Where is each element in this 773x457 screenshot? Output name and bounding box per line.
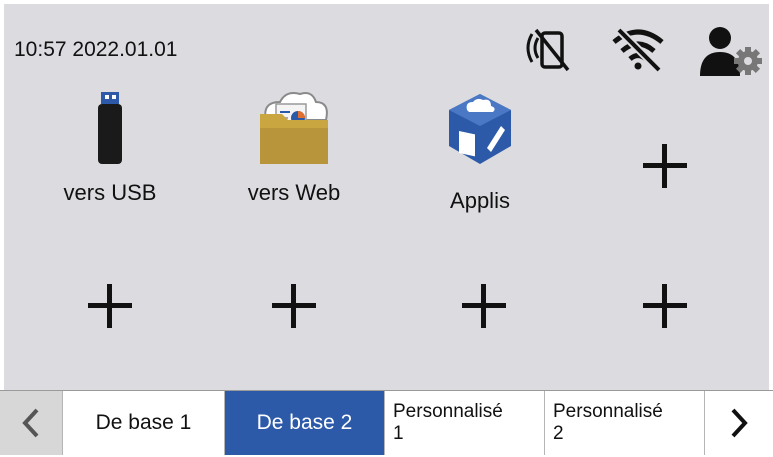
tab-label-line1: Personnalisé bbox=[553, 401, 663, 422]
add-shortcut-button[interactable] bbox=[80, 276, 140, 336]
prev-tab-button[interactable] bbox=[0, 391, 63, 455]
main-panel: 10:57 2022.01.01 vers USB vers Web Appli… bbox=[4, 4, 769, 390]
add-shortcut-button[interactable] bbox=[635, 136, 695, 196]
tab-de-base-1[interactable]: De base 1 bbox=[63, 391, 225, 455]
shortcut-apps[interactable]: Applis bbox=[390, 92, 570, 222]
shortcut-web[interactable]: vers Web bbox=[204, 88, 384, 218]
chevron-right-icon bbox=[731, 408, 748, 438]
add-shortcut-button[interactable] bbox=[635, 276, 695, 336]
web-folder-icon bbox=[260, 92, 328, 164]
apps-icon bbox=[449, 94, 511, 164]
tab-label: De base 2 bbox=[256, 411, 353, 434]
shortcut-usb[interactable]: vers USB bbox=[20, 88, 200, 218]
admin-settings-icon[interactable] bbox=[698, 24, 766, 78]
tab-label-line2: 2 bbox=[553, 423, 564, 444]
shortcut-label: Applis bbox=[450, 188, 510, 213]
wifi-disabled-icon[interactable] bbox=[610, 26, 666, 72]
chevron-left-icon bbox=[22, 408, 39, 438]
nfc-disabled-icon[interactable] bbox=[524, 26, 574, 72]
home-screen: 10:57 2022.01.01 vers USB vers Web Appli… bbox=[0, 0, 773, 457]
tab-personnalise-2[interactable]: Personnalisé 2 bbox=[545, 391, 705, 455]
tab-label: De base 1 bbox=[95, 411, 192, 434]
shortcut-label: vers Web bbox=[247, 180, 341, 205]
add-shortcut-button[interactable] bbox=[454, 276, 514, 336]
datetime: 10:57 2022.01.01 bbox=[14, 38, 178, 61]
tab-personnalise-1[interactable]: Personnalisé 1 bbox=[385, 391, 545, 455]
tab-label-line1: Personnalisé bbox=[393, 401, 503, 422]
add-shortcut-button[interactable] bbox=[264, 276, 324, 336]
tab-label-line2: 1 bbox=[393, 423, 404, 444]
usb-drive-icon bbox=[98, 92, 122, 164]
tab-de-base-2[interactable]: De base 2 bbox=[225, 391, 385, 455]
shortcut-label: vers USB bbox=[63, 180, 157, 205]
next-tab-button[interactable] bbox=[705, 391, 773, 455]
tab-bar: De base 1 De base 2 Personnalisé 1 Perso… bbox=[0, 390, 773, 455]
